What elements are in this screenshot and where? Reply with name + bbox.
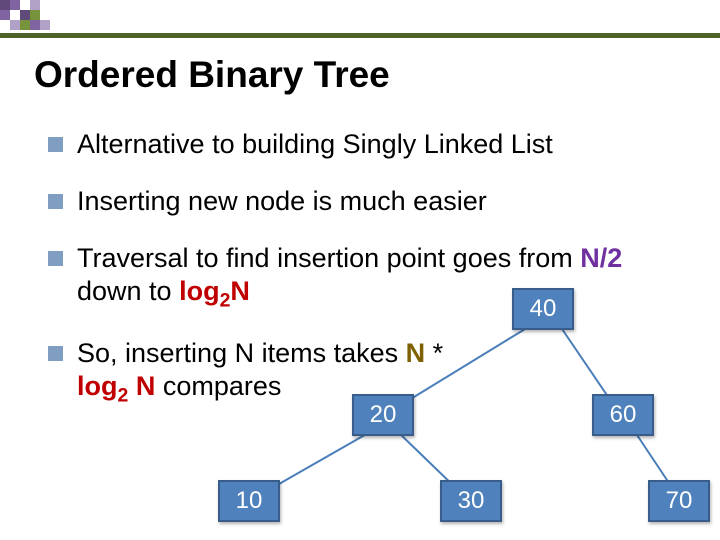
log-word: log	[179, 276, 220, 306]
text-frag: So, inserting N items takes	[77, 338, 406, 368]
bullet-item: Alternative to building Singly Linked Li…	[48, 128, 688, 161]
tree-edge	[265, 432, 370, 492]
tree-node: 20	[352, 394, 414, 436]
text-frag-log: log2N	[179, 276, 250, 306]
text-frag: down to	[77, 276, 179, 306]
bullet-text: Inserting new node is much easier	[77, 185, 688, 218]
deco-square	[30, 10, 40, 20]
bullet-list: Alternative to building Singly Linked Li…	[48, 128, 688, 432]
deco-bar	[0, 33, 720, 38]
deco-square	[10, 20, 20, 30]
log-subscript: 2	[220, 289, 231, 311]
deco-square	[10, 0, 20, 10]
text-frag: Traversal to find insertion point goes f…	[77, 243, 580, 273]
log-subscript: 2	[118, 384, 129, 406]
bullet-marker-icon	[48, 251, 63, 266]
bullet-text: Traversal to find insertion point goes f…	[77, 242, 688, 313]
log-N: N	[230, 276, 250, 306]
corner-deco	[0, 0, 720, 40]
bullet-item: Inserting new node is much easier	[48, 185, 688, 218]
log-word: log	[77, 371, 118, 401]
bullet-item: Traversal to find insertion point goes f…	[48, 242, 688, 313]
deco-square	[30, 0, 40, 10]
deco-square	[0, 10, 10, 20]
text-frag: *	[425, 338, 443, 368]
deco-square	[30, 20, 40, 30]
bullet-marker-icon	[48, 137, 63, 152]
slide-title: Ordered Binary Tree	[34, 54, 390, 96]
deco-square	[20, 10, 30, 20]
bullet-text: Alternative to building Singly Linked Li…	[77, 128, 688, 161]
tree-node-root: 40	[512, 288, 574, 330]
deco-square	[40, 20, 50, 30]
text-frag-N: N	[406, 338, 426, 368]
text-frag-n2: N/2	[580, 243, 622, 273]
deco-square	[0, 0, 10, 10]
tree-node: 30	[440, 480, 502, 522]
log-N: N	[128, 371, 155, 401]
deco-square	[20, 20, 30, 30]
text-frag: compares	[155, 371, 281, 401]
bullet-marker-icon	[48, 194, 63, 209]
bullet-marker-icon	[48, 346, 63, 361]
text-frag-log: log2 N	[77, 371, 155, 401]
tree-node: 70	[648, 480, 710, 522]
slide: Ordered Binary Tree Alternative to build…	[0, 0, 720, 540]
tree-node: 10	[218, 480, 280, 522]
tree-node: 60	[592, 394, 654, 436]
